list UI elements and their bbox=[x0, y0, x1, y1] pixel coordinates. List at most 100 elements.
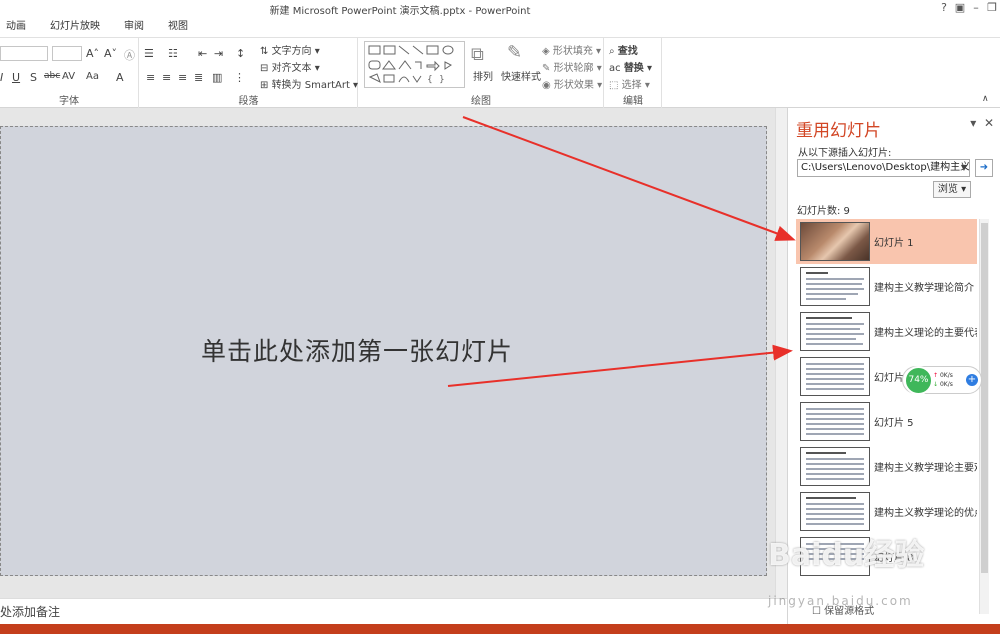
reuse-slide-item[interactable]: 建构主义教学理论的优点 bbox=[796, 489, 977, 534]
slide-item-label: 幻灯片 1 bbox=[874, 238, 914, 249]
reuse-slide-item[interactable]: 幻灯片 5 bbox=[796, 399, 977, 444]
editing-group-label: 编辑 bbox=[623, 96, 643, 107]
find-button[interactable]: ⌕ 查找 bbox=[609, 42, 638, 57]
browse-button[interactable]: 浏览 ▾ bbox=[933, 181, 971, 198]
justify-icon[interactable]: ≣ bbox=[194, 71, 203, 84]
minimize-icon[interactable]: – bbox=[968, 0, 984, 16]
insert-from-label: 从以下源插入幻灯片: bbox=[798, 148, 892, 159]
font-name-field[interactable] bbox=[0, 46, 48, 61]
shrink-font-icon[interactable]: A˅ bbox=[104, 47, 117, 60]
quick-styles-label[interactable]: 快速样式 bbox=[501, 68, 541, 83]
notes-placeholder[interactable]: 处添加备注 bbox=[0, 603, 60, 620]
font-group: A˄ A˅ Ⓐ I U S abc AV Aa A 字体 bbox=[0, 38, 139, 108]
baidu-watermark-url: jingyan.baidu.com bbox=[768, 594, 913, 608]
reuse-slide-item[interactable]: 建构主义教学理论简介 bbox=[796, 264, 977, 309]
strikethrough-icon[interactable]: abc bbox=[44, 71, 60, 81]
ribbon-tabs: 动画 幻灯片放映 审阅 视图 bbox=[0, 17, 206, 37]
source-path-input[interactable]: C:\Users\Lenovo\Desktop\建构主义 ▼ bbox=[797, 159, 970, 177]
collapse-ribbon-icon[interactable]: ∧ bbox=[982, 94, 989, 104]
svg-text:{: { bbox=[427, 75, 433, 85]
text-direction-button[interactable]: ⇅ 文字方向 ▾ bbox=[260, 42, 320, 57]
shape-outline-button[interactable]: ✎ 形状轮廓 ▾ bbox=[542, 59, 602, 74]
slide-item-label: 幻灯片 5 bbox=[874, 418, 914, 429]
numbering-icon[interactable]: ☷ bbox=[168, 47, 178, 60]
svg-text:}: } bbox=[439, 75, 445, 85]
tab-view[interactable]: 视图 bbox=[162, 17, 194, 37]
title-bar: 新建 Microsoft PowerPoint 演示文稿.pptx - Powe… bbox=[0, 0, 1000, 17]
restore-icon[interactable]: ❐ bbox=[984, 0, 1000, 16]
italic-icon[interactable]: I bbox=[0, 71, 3, 84]
window-controls: ? ▣ – ❐ bbox=[936, 0, 1000, 16]
drawing-group: { } ⧉ 排列 ✎ 快速样式 ◈ 形状填充 ▾ ✎ 形状轮廓 ▾ ◉ 形状效果… bbox=[359, 38, 604, 108]
replace-button[interactable]: ac 替换 ▾ bbox=[609, 59, 652, 74]
arrange-label[interactable]: 排列 bbox=[473, 68, 493, 83]
slide-placeholder-text[interactable]: 单击此处添加第一张幻灯片 bbox=[201, 332, 513, 368]
window-title: 新建 Microsoft PowerPoint 演示文稿.pptx - Powe… bbox=[269, 6, 531, 17]
underline-icon[interactable]: U bbox=[12, 71, 20, 84]
reuse-slide-item[interactable]: 幻灯片 1 bbox=[796, 219, 977, 264]
reuse-slide-item[interactable]: 建构主义教学理论主要观 bbox=[796, 444, 977, 489]
quick-styles-icon[interactable]: ✎ bbox=[507, 42, 522, 63]
columns-icon[interactable]: ▥ bbox=[212, 71, 222, 84]
tab-slideshow[interactable]: 幻灯片放映 bbox=[44, 17, 106, 37]
tab-animations[interactable]: 动画 bbox=[0, 17, 32, 37]
shadow-icon[interactable]: S bbox=[30, 71, 37, 84]
ribbon-display-icon[interactable]: ▣ bbox=[952, 0, 968, 16]
go-arrow-icon[interactable]: ➜ bbox=[975, 159, 993, 177]
paragraph-dialog-icon[interactable]: ⋮ bbox=[234, 71, 245, 84]
clear-format-icon[interactable]: Ⓐ bbox=[124, 47, 135, 63]
slide-item-label: 建构主义教学理论主要观 bbox=[874, 463, 977, 474]
align-right-icon[interactable]: ≡ bbox=[178, 71, 187, 84]
line-spacing-icon[interactable]: ↕ bbox=[236, 47, 245, 60]
status-bar bbox=[0, 624, 1000, 634]
slide-thumbnail bbox=[800, 492, 870, 531]
slide-item-label: 建构主义教学理论简介 bbox=[874, 283, 974, 294]
smartart-button[interactable]: ⊞ 转换为 SmartArt ▾ bbox=[260, 76, 358, 91]
plus-icon[interactable]: + bbox=[966, 374, 978, 386]
pane-controls: ▾ ✕ bbox=[970, 116, 994, 130]
select-button[interactable]: ⬚ 选择 ▾ bbox=[609, 76, 650, 91]
notes-bar[interactable]: 处添加备注 bbox=[0, 598, 787, 624]
change-case-icon[interactable]: Aa bbox=[86, 71, 99, 82]
bullets-icon[interactable]: ☰ bbox=[144, 47, 154, 60]
paragraph-group: ☰ ☷ ⇤ ⇥ ↕ ≡ ≡ ≡ ≣ ▥ ⋮ ⇅ 文字方向 ▾ ⊟ 对齐文本 ▾ … bbox=[140, 38, 358, 108]
slide-count: 幻灯片数: 9 bbox=[797, 206, 850, 217]
pane-scrollbar-thumb[interactable] bbox=[981, 223, 988, 573]
slide-item-label: 建构主义教学理论的优点 bbox=[874, 508, 977, 519]
slide-thumbnail bbox=[800, 222, 870, 261]
close-icon[interactable]: ✕ bbox=[984, 116, 994, 130]
decrease-indent-icon[interactable]: ⇤ bbox=[198, 47, 207, 60]
help-icon[interactable]: ? bbox=[936, 0, 952, 16]
align-text-button[interactable]: ⊟ 对齐文本 ▾ bbox=[260, 59, 320, 74]
align-left-icon[interactable]: ≡ bbox=[146, 71, 155, 84]
network-speed-widget[interactable]: 74% ↑ 0K/s ↓ 0K/s + bbox=[902, 366, 982, 395]
slide-scrollbar[interactable] bbox=[775, 108, 787, 598]
slide-thumbnail bbox=[800, 312, 870, 351]
font-size-field[interactable] bbox=[52, 46, 82, 61]
shapes-gallery[interactable]: { } bbox=[364, 41, 465, 88]
upload-speed: ↑ 0K/s bbox=[933, 372, 953, 379]
powerpoint-window: 新建 Microsoft PowerPoint 演示文稿.pptx - Powe… bbox=[0, 0, 1000, 634]
pane-options-icon[interactable]: ▾ bbox=[970, 116, 976, 130]
network-percent: 74% bbox=[904, 366, 933, 395]
slide-thumbnail bbox=[800, 447, 870, 486]
char-spacing-icon[interactable]: AV bbox=[62, 71, 75, 82]
increase-indent-icon[interactable]: ⇥ bbox=[214, 47, 223, 60]
paragraph-group-label: 段落 bbox=[238, 96, 259, 107]
font-color-icon[interactable]: A bbox=[116, 71, 124, 84]
drawing-group-label: 绘图 bbox=[471, 96, 491, 107]
align-center-icon[interactable]: ≡ bbox=[162, 71, 171, 84]
slide-thumbnail bbox=[800, 357, 870, 396]
shape-fill-button[interactable]: ◈ 形状填充 ▾ bbox=[542, 42, 601, 57]
shape-effects-button[interactable]: ◉ 形状效果 ▾ bbox=[542, 76, 602, 91]
chevron-down-icon[interactable]: ▼ bbox=[961, 160, 967, 176]
slide-item-label: 幻灯片 bbox=[874, 373, 904, 384]
pane-title: 重用幻灯片 bbox=[796, 121, 881, 141]
arrange-icon[interactable]: ⧉ bbox=[471, 44, 484, 65]
pane-scrollbar[interactable] bbox=[979, 219, 989, 614]
grow-font-icon[interactable]: A˄ bbox=[86, 47, 99, 60]
reuse-slide-item[interactable]: 建构主义理论的主要代表 bbox=[796, 309, 977, 354]
tab-review[interactable]: 审阅 bbox=[118, 17, 150, 37]
baidu-watermark: Baidu经验 bbox=[768, 538, 925, 573]
slide-canvas[interactable]: 单击此处添加第一张幻灯片 bbox=[0, 126, 767, 576]
